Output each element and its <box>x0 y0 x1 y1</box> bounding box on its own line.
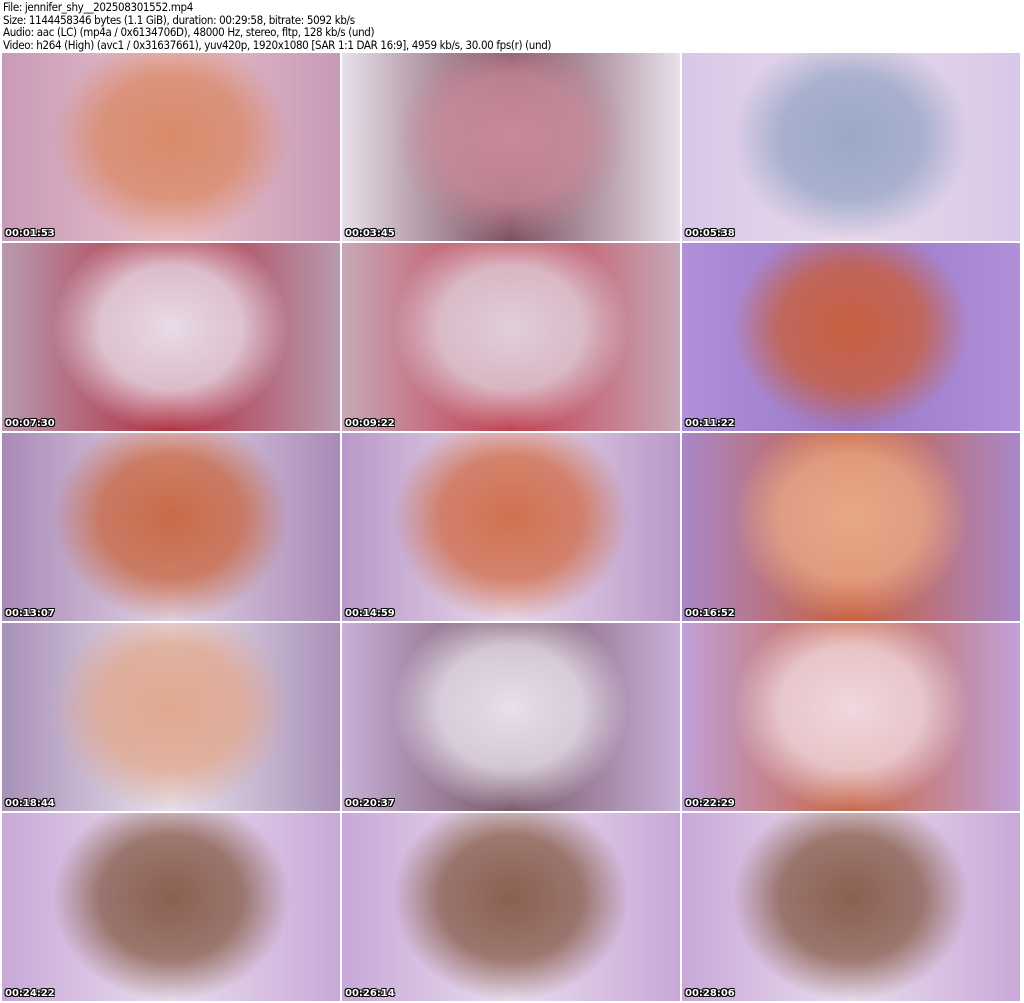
thumbnail-timestamp: 00:03:45 <box>345 228 395 239</box>
video-thumbnail[interactable]: 00:14:59 <box>342 433 680 621</box>
video-thumbnail[interactable]: 00:16:52 <box>682 433 1020 621</box>
thumbnail-image <box>342 433 680 621</box>
thumbnail-timestamp: 00:11:22 <box>685 418 735 429</box>
thumbnail-image <box>342 623 680 811</box>
thumbnail-image <box>2 53 340 241</box>
video-thumbnail[interactable]: 00:09:22 <box>342 243 680 431</box>
video-thumbnail[interactable]: 00:13:07 <box>2 433 340 621</box>
thumbnail-timestamp: 00:24:22 <box>5 988 55 999</box>
thumbnail-image <box>682 813 1020 1001</box>
thumbnail-timestamp: 00:14:59 <box>345 608 395 619</box>
video-thumbnail[interactable]: 00:22:29 <box>682 623 1020 811</box>
file-info-header: File: jennifer_shy__202508301552.mp4 Siz… <box>3 1 551 51</box>
thumbnail-timestamp: 00:20:37 <box>345 798 395 809</box>
thumbnail-image <box>342 813 680 1001</box>
thumbnail-timestamp: 00:22:29 <box>685 798 735 809</box>
video-thumbnail[interactable]: 00:28:06 <box>682 813 1020 1001</box>
thumbnail-timestamp: 00:01:53 <box>5 228 55 239</box>
video-thumbnail[interactable]: 00:18:44 <box>2 623 340 811</box>
video-thumbnail[interactable]: 00:26:14 <box>342 813 680 1001</box>
thumbnail-image <box>682 433 1020 621</box>
thumbnail-image <box>342 243 680 431</box>
audio-info: Audio: aac (LC) (mp4a / 0x6134706D), 480… <box>3 25 375 39</box>
video-thumbnail[interactable]: 00:03:45 <box>342 53 680 241</box>
video-thumbnail[interactable]: 00:05:38 <box>682 53 1020 241</box>
thumbnail-image <box>682 243 1020 431</box>
video-thumbnail[interactable]: 00:24:22 <box>2 813 340 1001</box>
thumbnail-grid: 00:01:53 00:03:45 00:05:38 00:07:30 00:09:22… <box>2 53 1020 1001</box>
thumbnail-timestamp: 00:05:38 <box>685 228 735 239</box>
thumbnail-timestamp: 00:16:52 <box>685 608 735 619</box>
thumbnail-timestamp: 00:28:06 <box>685 988 735 999</box>
file-name: File: jennifer_shy__202508301552.mp4 <box>3 0 193 14</box>
video-info: Video: h264 (High) (avc1 / 0x31637661), … <box>3 37 552 52</box>
video-thumbnail[interactable]: 00:07:30 <box>2 243 340 431</box>
thumbnail-image <box>2 433 340 621</box>
thumbnail-timestamp: 00:07:30 <box>5 418 55 429</box>
thumbnail-image <box>2 813 340 1001</box>
thumbnail-timestamp: 00:18:44 <box>5 798 55 809</box>
thumbnail-image <box>2 243 340 431</box>
video-thumbnail[interactable]: 00:20:37 <box>342 623 680 811</box>
thumbnail-timestamp: 00:26:14 <box>345 988 395 999</box>
thumbnail-image <box>2 623 340 811</box>
thumbnail-image <box>342 53 680 241</box>
thumbnail-image <box>682 623 1020 811</box>
thumbnail-timestamp: 00:09:22 <box>345 418 395 429</box>
thumbnail-timestamp: 00:13:07 <box>5 608 55 619</box>
video-thumbnail[interactable]: 00:01:53 <box>2 53 340 241</box>
video-thumbnail[interactable]: 00:11:22 <box>682 243 1020 431</box>
thumbnail-image <box>682 53 1020 241</box>
